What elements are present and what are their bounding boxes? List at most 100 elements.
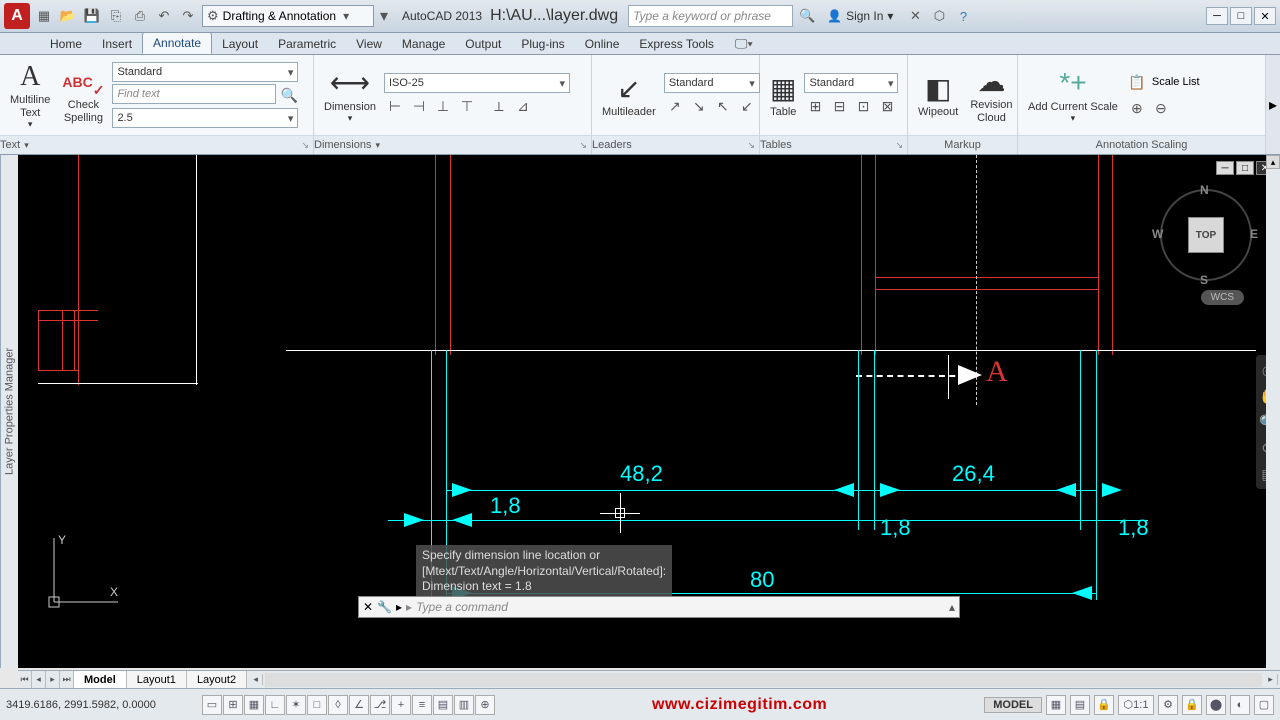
tab-output[interactable]: Output <box>455 34 511 54</box>
tab-manage[interactable]: Manage <box>392 34 455 54</box>
text-style-combo[interactable]: Standard▾ <box>112 62 298 82</box>
tab-home[interactable]: Home <box>40 34 92 54</box>
scale-tool-1-icon[interactable]: ⊕ <box>1126 97 1148 119</box>
status-cleanscreen-icon[interactable]: ▢ <box>1254 695 1274 715</box>
status-polar-icon[interactable]: ✶ <box>286 695 306 715</box>
tab-insert[interactable]: Insert <box>92 34 142 54</box>
cmd-close-icon[interactable]: ✕ <box>363 600 373 614</box>
panel-launcher-icon[interactable]: ↘ <box>301 140 313 151</box>
leader-tool-4-icon[interactable]: ↙ <box>736 95 758 117</box>
command-line[interactable]: ✕ 🔧 ▸ ▸ Type a command ▴ <box>358 596 960 618</box>
ribbon-collapse-button[interactable]: ▸ <box>1266 55 1280 154</box>
tab-express[interactable]: Express Tools <box>629 34 723 54</box>
panel-launcher-icon[interactable]: ↘ <box>579 140 591 151</box>
status-otrack-icon[interactable]: ∠ <box>349 695 369 715</box>
multileader-button[interactable]: ↙ Multileader <box>598 70 660 121</box>
exchange-icon[interactable]: ✕ <box>905 6 925 26</box>
viewport-minimize-button[interactable]: ─ <box>1216 161 1234 175</box>
app-store-icon[interactable]: ⬡ <box>929 6 949 26</box>
wipeout-button[interactable]: ◧ Wipeout <box>914 70 962 121</box>
sheet-tab-model[interactable]: Model <box>74 671 127 688</box>
leader-tool-2-icon[interactable]: ↘ <box>688 95 710 117</box>
dim-tool-5-icon[interactable]: ⟂ <box>488 95 510 117</box>
tab-nav-prev[interactable]: ◂ <box>32 671 46 688</box>
help-icon[interactable]: ? <box>953 6 973 26</box>
status-lock-ui-icon[interactable]: 🔒 <box>1182 695 1202 715</box>
view-cube[interactable]: TOP N E S W <box>1156 185 1256 285</box>
find-button[interactable]: 🔍 <box>278 84 300 106</box>
qat-undo-icon[interactable]: ↶ <box>154 6 174 26</box>
add-current-scale-button[interactable]: *+ Add Current Scale ▾ <box>1024 65 1122 126</box>
coordinates-readout[interactable]: 3419.6186, 2991.5982, 0.0000 <box>6 699 196 711</box>
table-tool-3-icon[interactable]: ⊡ <box>852 95 874 117</box>
status-workspace-icon[interactable]: ⚙ <box>1158 695 1178 715</box>
qat-dropdown-icon[interactable]: ▾ <box>378 6 390 26</box>
status-ortho-icon[interactable]: ∟ <box>265 695 285 715</box>
table-tool-2-icon[interactable]: ⊟ <box>828 95 850 117</box>
viewcube-e[interactable]: E <box>1250 227 1258 241</box>
status-3dosnap-icon[interactable]: ◊ <box>328 695 348 715</box>
panel-launcher-icon[interactable]: ↘ <box>895 140 907 151</box>
space-toggle[interactable]: MODEL <box>984 697 1042 713</box>
app-icon[interactable]: A <box>4 3 30 29</box>
dim-style-combo[interactable]: ISO-25▾ <box>384 73 570 93</box>
find-text-input[interactable]: Find text <box>112 84 276 104</box>
dim-tool-2-icon[interactable]: ⊣ <box>408 95 430 117</box>
tab-annotate[interactable]: Annotate <box>142 32 212 54</box>
leader-tool-3-icon[interactable]: ↖ <box>712 95 734 117</box>
workspace-selector[interactable]: ⚙ Drafting & Annotation ▾ <box>202 5 374 27</box>
check-spelling-button[interactable]: ABC✓ Check Spelling <box>58 63 108 126</box>
table-style-combo[interactable]: Standard▾ <box>804 73 898 93</box>
scale-list-icon[interactable]: 📋 <box>1126 71 1148 93</box>
status-grid-icon[interactable]: ▦ <box>244 695 264 715</box>
leader-style-combo[interactable]: Standard▾ <box>664 73 760 93</box>
scale-tool-2-icon[interactable]: ⊖ <box>1150 97 1172 119</box>
tab-plugins[interactable]: Plug-ins <box>511 34 574 54</box>
table-button[interactable]: ▦ Table <box>766 70 800 121</box>
cmd-dropdown-icon[interactable]: ▴ <box>949 600 955 614</box>
tab-nav-next[interactable]: ▸ <box>46 671 60 688</box>
status-ducs-icon[interactable]: ⎇ <box>370 695 390 715</box>
status-tpy-icon[interactable]: ▤ <box>433 695 453 715</box>
dim-tool-3-icon[interactable]: ⊥ <box>432 95 454 117</box>
model-canvas[interactable]: A 1,8 48,2 1,8 26,4 1,8 80 <box>18 155 1280 668</box>
sheet-tab-layout1[interactable]: Layout1 <box>127 671 187 688</box>
status-qv-layouts-icon[interactable]: ▦ <box>1046 695 1066 715</box>
ribbon-appearance-icon[interactable]: 🖵▾ <box>734 34 754 54</box>
cmd-recent-icon[interactable]: ▸ <box>396 600 402 614</box>
qat-save-icon[interactable]: 💾 <box>82 6 102 26</box>
viewcube-n[interactable]: N <box>1200 183 1209 197</box>
multiline-text-button[interactable]: A Multiline Text ▾ <box>6 58 54 132</box>
status-snap-icon[interactable]: ⊞ <box>223 695 243 715</box>
dimension-button[interactable]: ⟷ Dimension ▾ <box>320 65 380 126</box>
close-button[interactable]: ✕ <box>1254 7 1276 25</box>
minimize-button[interactable]: ─ <box>1206 7 1228 25</box>
status-sc-icon[interactable]: ⊕ <box>475 695 495 715</box>
tab-parametric[interactable]: Parametric <box>268 34 346 54</box>
leader-tool-1-icon[interactable]: ↗ <box>664 95 686 117</box>
vertical-scrollbar[interactable]: ▴ <box>1266 155 1280 668</box>
viewport-maximize-button[interactable]: □ <box>1236 161 1254 175</box>
status-isolate-icon[interactable]: ◐ <box>1230 695 1250 715</box>
sign-in-button[interactable]: 👤 Sign In ▾ <box>827 9 893 23</box>
status-qp-icon[interactable]: ▥ <box>454 695 474 715</box>
panel-launcher-icon[interactable]: ↘ <box>747 140 759 151</box>
qat-redo-icon[interactable]: ↷ <box>178 6 198 26</box>
tab-nav-first[interactable]: ⏮ <box>18 671 32 688</box>
status-qv-drawings-icon[interactable]: ▤ <box>1070 695 1090 715</box>
qat-plot-icon[interactable]: ⎙ <box>130 6 150 26</box>
maximize-button[interactable]: □ <box>1230 7 1252 25</box>
revision-cloud-button[interactable]: ☁ Revision Cloud <box>966 63 1016 126</box>
status-infer-icon[interactable]: ▭ <box>202 695 222 715</box>
cmd-settings-icon[interactable]: 🔧 <box>377 600 392 614</box>
sheet-tab-layout2[interactable]: Layout2 <box>187 671 247 688</box>
tab-view[interactable]: View <box>346 34 392 54</box>
status-osnap-icon[interactable]: □ <box>307 695 327 715</box>
dim-tool-4-icon[interactable]: ⊤ <box>456 95 478 117</box>
tab-nav-last[interactable]: ⏭ <box>60 671 74 688</box>
tab-layout[interactable]: Layout <box>212 34 268 54</box>
qat-open-icon[interactable]: 📂 <box>58 6 78 26</box>
status-hardware-accel-icon[interactable]: ⬤ <box>1206 695 1226 715</box>
qat-saveas-icon[interactable]: ⎘ <box>106 6 126 26</box>
status-annovisibility-icon[interactable]: ⬡1:1 <box>1118 695 1154 715</box>
